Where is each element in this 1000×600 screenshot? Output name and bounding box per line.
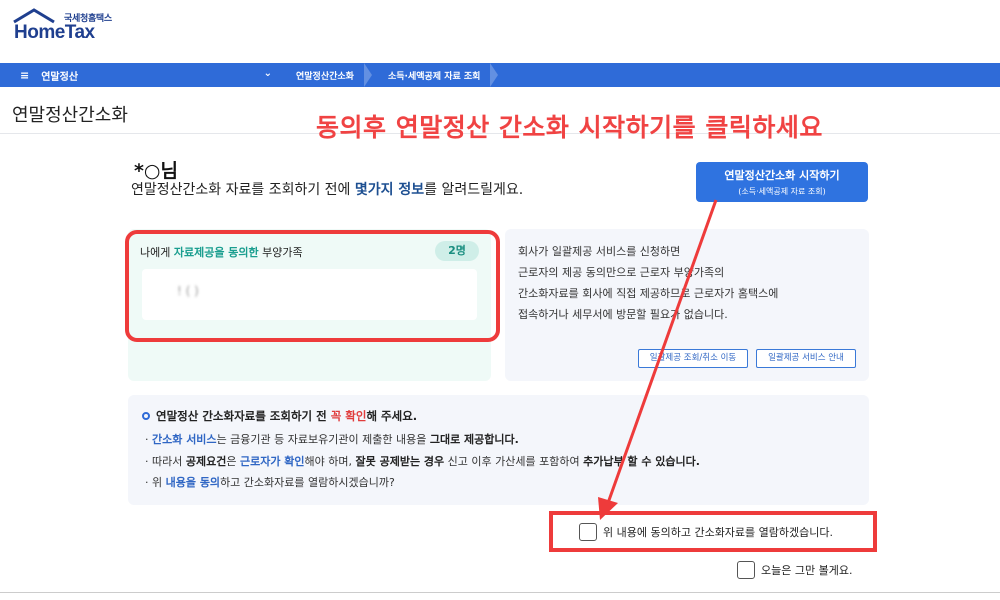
- breadcrumb-item[interactable]: 연말정산간소화: [280, 63, 372, 87]
- dont-show-today-row[interactable]: 오늘은 그만 볼게요.: [737, 561, 852, 579]
- start-button-sublabel: (소득·세액공제 자료 조회): [738, 187, 826, 196]
- chevron-down-icon: ⌄: [263, 68, 272, 79]
- bulk-provision-info-panel: 회사가 일괄제공 서비스를 신청하면 근로자의 제공 동의만으로 근로자 부양가…: [505, 229, 869, 381]
- bulk-provision-guide-button[interactable]: 일괄제공 서비스 안내: [756, 349, 856, 368]
- breadcrumb-label: 소득·세액공제 자료 조회: [387, 71, 481, 82]
- bulk-provision-query-button[interactable]: 일괄제공 조회/취소 이동: [638, 349, 748, 368]
- breadcrumb-item[interactable]: 소득·세액공제 자료 조회: [371, 63, 499, 87]
- start-button-label: 연말정산간소화 시작하기: [724, 169, 840, 182]
- breadcrumb-label: 연말정산간소화: [296, 71, 354, 82]
- notice-line: · 간소화 서비스는 금융기관 등 자료보유기관이 제출한 내용을 그대로 제공…: [145, 433, 519, 446]
- page-title: 연말정산간소화: [12, 105, 128, 126]
- notice-line: · 위 내용을 동의하고 간소화자료를 열람하시겠습니까?: [145, 476, 395, 489]
- highlight-box-dependents: [125, 230, 500, 342]
- start-simplified-button[interactable]: 연말정산간소화 시작하기 (소득·세액공제 자료 조회): [696, 162, 868, 202]
- instruction-annotation: 동의후 연말정산 간소화 시작하기를 클릭하세요: [316, 113, 823, 142]
- hometax-logo[interactable]: 국세청홈택스 HomeTax: [12, 8, 122, 46]
- hamburger-icon: ≡: [20, 68, 30, 82]
- dont-show-today-checkbox[interactable]: [737, 561, 755, 579]
- nav-menu-label: 연말정산: [41, 71, 79, 83]
- bottom-divider: [0, 592, 1000, 593]
- highlight-box-agree: [549, 511, 877, 552]
- nav-menu-button[interactable]: ≡ 연말정산 ⌄: [0, 63, 280, 87]
- greeting-message: 연말정산간소화 자료를 조회하기 전에 몇가지 정보를 알려드릴게요.: [131, 182, 524, 198]
- notice-line: · 따라서 공제요건은 근로자가 확인해야 하며, 잘못 공제받는 경우 신고 …: [145, 455, 700, 468]
- bullet-circle-icon: [142, 412, 150, 420]
- logo-name: HomeTax: [14, 22, 95, 43]
- bulk-provision-description: 회사가 일괄제공 서비스를 신청하면 근로자의 제공 동의만으로 근로자 부양가…: [518, 245, 779, 321]
- nav-bar: ≡ 연말정산 ⌄ 연말정산간소화 소득·세액공제 자료 조회: [0, 63, 1000, 87]
- dont-show-today-label[interactable]: 오늘은 그만 볼게요.: [761, 562, 852, 578]
- notice-heading: 연말정산 간소화자료를 조회하기 전 꼭 확인해 주세요.: [142, 408, 417, 424]
- notice-box: 연말정산 간소화자료를 조회하기 전 꼭 확인해 주세요. · 간소화 서비스는…: [128, 395, 869, 505]
